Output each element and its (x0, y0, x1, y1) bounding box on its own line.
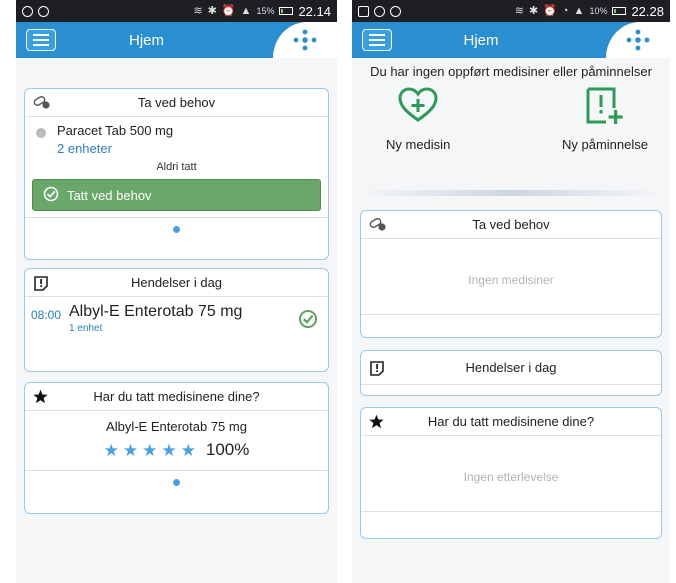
app-bar: Hjem (16, 22, 337, 58)
hamburger-icon[interactable] (26, 29, 56, 51)
hamburger-icon[interactable] (362, 29, 392, 51)
alarm-icon: ⏰ (543, 4, 557, 17)
page-indicator-dot[interactable] (173, 226, 180, 233)
new-medicine-label: Ny medisin (386, 137, 451, 152)
empty-medicines-text: Ingen medisiner (468, 273, 554, 287)
as-needed-card: Ta ved behov Paracet Tab 500 mg 2 enhete… (24, 88, 329, 260)
battery-icon (279, 7, 294, 15)
phone-screen-right: ≋ ✱ ⏰ ◔ ▲ 10% 22.28 Hjem Du har ingen op… (352, 0, 670, 583)
adherence-card: Har du tatt medisinene dine? Ingen etter… (360, 407, 662, 539)
check-circle-icon (43, 186, 59, 205)
card-header: Har du tatt medisinene dine? (25, 383, 328, 411)
medicine-item[interactable]: Paracet Tab 500 mg 2 enheter Aldri tatt (25, 117, 328, 173)
event-item[interactable]: 08:00 Albyl-E Enterotab 75 mg 1 enhet (25, 297, 328, 334)
app-bar: Hjem (352, 22, 670, 58)
quick-actions: Ny medisin Ny påminnelse (352, 86, 670, 186)
taken-button-label: Tatt ved behov (67, 187, 152, 203)
new-reminder-label: Ny påminnelse (562, 137, 648, 152)
card-title: Har du tatt medisinene dine? (93, 389, 260, 404)
star-icon: ★ (161, 440, 177, 460)
page-indicator-dot[interactable] (173, 479, 180, 486)
medicine-last-taken: Aldri tatt (156, 161, 197, 173)
status-time: 22.28 (631, 3, 664, 19)
pager (25, 217, 328, 233)
status-time: 22.14 (298, 3, 331, 19)
whatsapp-icon (390, 5, 401, 17)
empty-adherence-text: Ingen etterlevelse (463, 470, 559, 484)
event-units: 1 enhet (69, 323, 103, 334)
adherence-percent: 100% (205, 440, 250, 459)
battery-icon (612, 7, 627, 15)
check-circle-icon[interactable] (298, 309, 318, 334)
card-header: Hendelser i dag (361, 351, 661, 385)
status-bar: ≋ ✱ ⏰ ◔ ▲ 10% 22.28 (352, 0, 670, 22)
dots-cross-icon[interactable] (606, 22, 670, 58)
medicine-dot-icon (36, 128, 46, 138)
shield-icon (374, 5, 385, 17)
card-title: Ta ved behov (137, 95, 216, 110)
card-header: Hendelser i dag (25, 269, 328, 297)
event-time: 08:00 (31, 308, 62, 322)
notification-icon (22, 5, 33, 17)
event-medicine-name: Albyl-E Enterotab 75 mg (69, 303, 243, 320)
taken-as-needed-button[interactable]: Tatt ved behov (32, 179, 321, 211)
star-icon: ★ (180, 440, 196, 460)
adherence-medicine-name: Albyl-E Enterotab 75 mg (106, 419, 247, 434)
card-header: Har du tatt medisinene dine? (361, 408, 661, 436)
heart-plus-icon (397, 86, 439, 131)
signal-icon: ▲ (240, 4, 252, 17)
wifi-icon: ◔ (561, 4, 569, 17)
whatsapp-icon (38, 5, 49, 17)
star-icon: ★ (142, 440, 158, 460)
section-divider (362, 190, 660, 196)
adherence-card: Har du tatt medisinene dine? Albyl-E Ent… (24, 382, 329, 514)
card-header: Ta ved behov (361, 211, 661, 239)
card-title: Har du tatt medisinene dine? (427, 414, 595, 429)
image-icon (358, 5, 369, 17)
bluetooth-icon: ✱ (528, 4, 539, 17)
phone-screen-left: ≋ ✱ ⏰ ▲ 15% 22.14 Hjem Ta ved behov Para… (16, 0, 337, 583)
note-exclamation-plus-icon (584, 86, 626, 131)
medicine-units: 2 enheter (57, 141, 112, 156)
star-icon: ★ (103, 440, 119, 460)
pager (25, 470, 328, 486)
card-title: Hendelser i dag (130, 275, 223, 290)
star-icon: ★ (122, 440, 139, 460)
signal-icon: ▲ (573, 4, 585, 17)
card-header: Ta ved behov (25, 89, 328, 117)
as-needed-card: Ta ved behov Ingen medisiner (360, 210, 662, 338)
alarm-icon: ⏰ (221, 4, 236, 17)
adherence-rating: ★ ★ ★ ★ ★ 100% (25, 440, 328, 460)
card-divider (361, 314, 661, 315)
battery-percent: 15% (256, 6, 275, 16)
dots-cross-icon[interactable] (273, 22, 337, 58)
events-card: Hendelser i dag (360, 350, 662, 396)
new-reminder-button[interactable]: Ny påminnelse (562, 86, 648, 152)
battery-percent: 10% (589, 6, 608, 16)
new-medicine-button[interactable]: Ny medisin (386, 86, 450, 152)
bluetooth-icon: ✱ (207, 4, 217, 17)
vibrate-icon: ≋ (514, 4, 524, 17)
vibrate-icon: ≋ (193, 4, 203, 17)
status-bar: ≋ ✱ ⏰ ▲ 15% 22.14 (16, 0, 337, 22)
medicine-name: Paracet Tab 500 mg (57, 123, 174, 138)
card-title: Hendelser i dag (465, 360, 557, 375)
card-divider (361, 511, 661, 512)
events-card: Hendelser i dag 08:00 Albyl-E Enterotab … (24, 268, 329, 372)
empty-state-message: Du har ingen oppført medisiner eller påm… (370, 64, 652, 79)
card-title: Ta ved behov (472, 217, 550, 232)
